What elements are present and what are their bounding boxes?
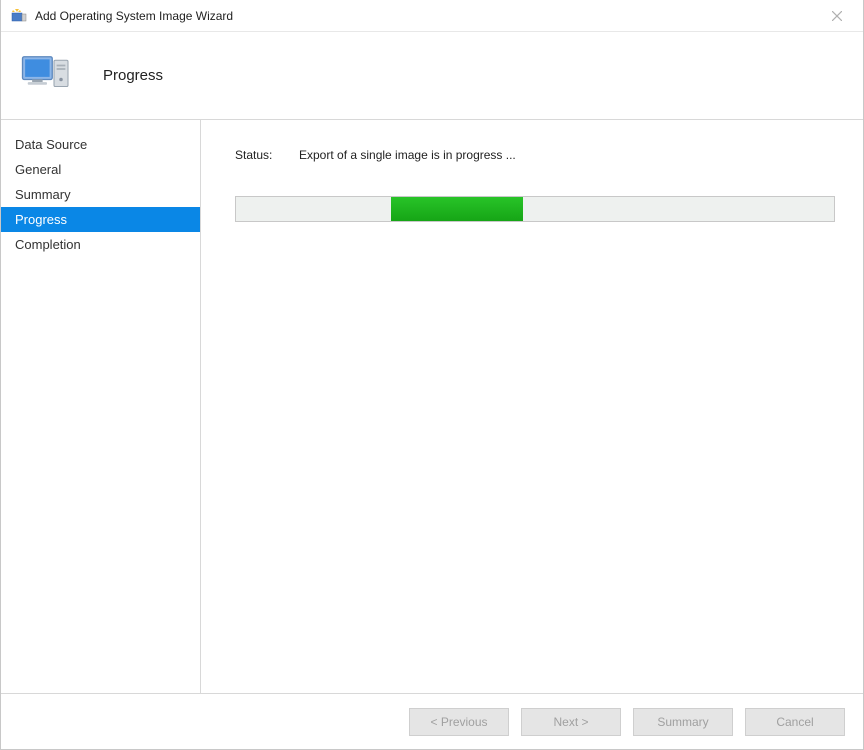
page-title: Progress	[103, 67, 163, 84]
sidebar-item-general[interactable]: General	[1, 157, 200, 182]
content-pane: Status: Export of a single image is in p…	[201, 120, 863, 693]
app-icon	[11, 8, 27, 24]
progress-bar	[235, 196, 835, 222]
status-row: Status: Export of a single image is in p…	[235, 148, 835, 162]
wizard-window: Add Operating System Image Wizard	[0, 0, 864, 750]
status-label: Status:	[235, 148, 299, 162]
next-button[interactable]: Next >	[521, 708, 621, 736]
summary-button[interactable]: Summary	[633, 708, 733, 736]
previous-button[interactable]: < Previous	[409, 708, 509, 736]
close-button[interactable]	[817, 2, 857, 30]
window-title: Add Operating System Image Wizard	[35, 9, 817, 23]
monitor-icon	[19, 48, 75, 104]
wizard-body: Data Source General Summary Progress Com…	[1, 120, 863, 693]
sidebar-item-progress[interactable]: Progress	[1, 207, 200, 232]
wizard-header: Progress	[1, 32, 863, 120]
status-text: Export of a single image is in progress …	[299, 148, 516, 162]
wizard-footer: < Previous Next > Summary Cancel	[1, 693, 863, 749]
sidebar: Data Source General Summary Progress Com…	[1, 120, 201, 693]
cancel-button[interactable]: Cancel	[745, 708, 845, 736]
sidebar-item-summary[interactable]: Summary	[1, 182, 200, 207]
sidebar-item-completion[interactable]: Completion	[1, 232, 200, 257]
sidebar-item-data-source[interactable]: Data Source	[1, 132, 200, 157]
progress-fill	[391, 197, 523, 221]
titlebar: Add Operating System Image Wizard	[1, 0, 863, 32]
